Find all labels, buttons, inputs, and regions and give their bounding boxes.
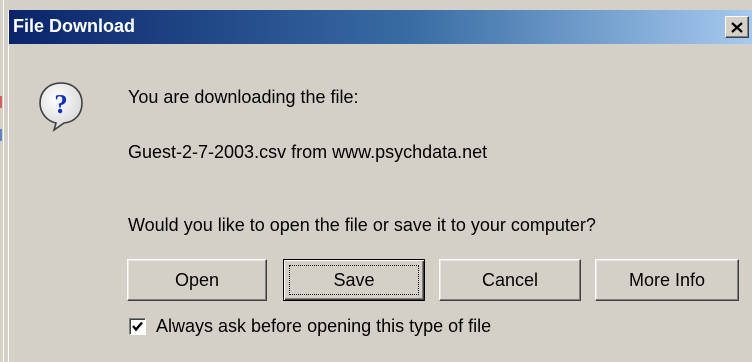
focus-rect <box>289 265 419 295</box>
close-icon <box>731 21 743 33</box>
title-bar[interactable]: File Download <box>9 10 752 44</box>
save-button[interactable]: Save <box>283 259 425 301</box>
background-window-marks <box>0 96 2 156</box>
screen: File Download ? You are downloading the … <box>0 0 752 362</box>
file-download-dialog: File Download ? You are downloading the … <box>8 10 752 362</box>
checkmark-icon <box>132 321 143 332</box>
more-info-button[interactable]: More Info <box>595 259 739 301</box>
prompt-text: Would you like to open the file or save … <box>128 215 596 235</box>
cancel-button[interactable]: Cancel <box>439 259 581 301</box>
open-button[interactable]: Open <box>127 259 267 301</box>
file-name-text: Guest-2-7-2003.csv from www.psychdata.ne… <box>128 142 488 162</box>
close-button[interactable] <box>725 16 749 38</box>
background-window-top <box>0 0 752 10</box>
svg-text:?: ? <box>54 89 68 119</box>
always-ask-checkbox[interactable] <box>129 318 146 335</box>
window-title: File Download <box>13 16 136 36</box>
download-intro-text: You are downloading the file: <box>128 87 359 107</box>
question-icon: ? <box>39 82 83 132</box>
background-window-edge <box>0 0 4 362</box>
always-ask-label[interactable]: Always ask before opening this type of f… <box>156 316 491 337</box>
